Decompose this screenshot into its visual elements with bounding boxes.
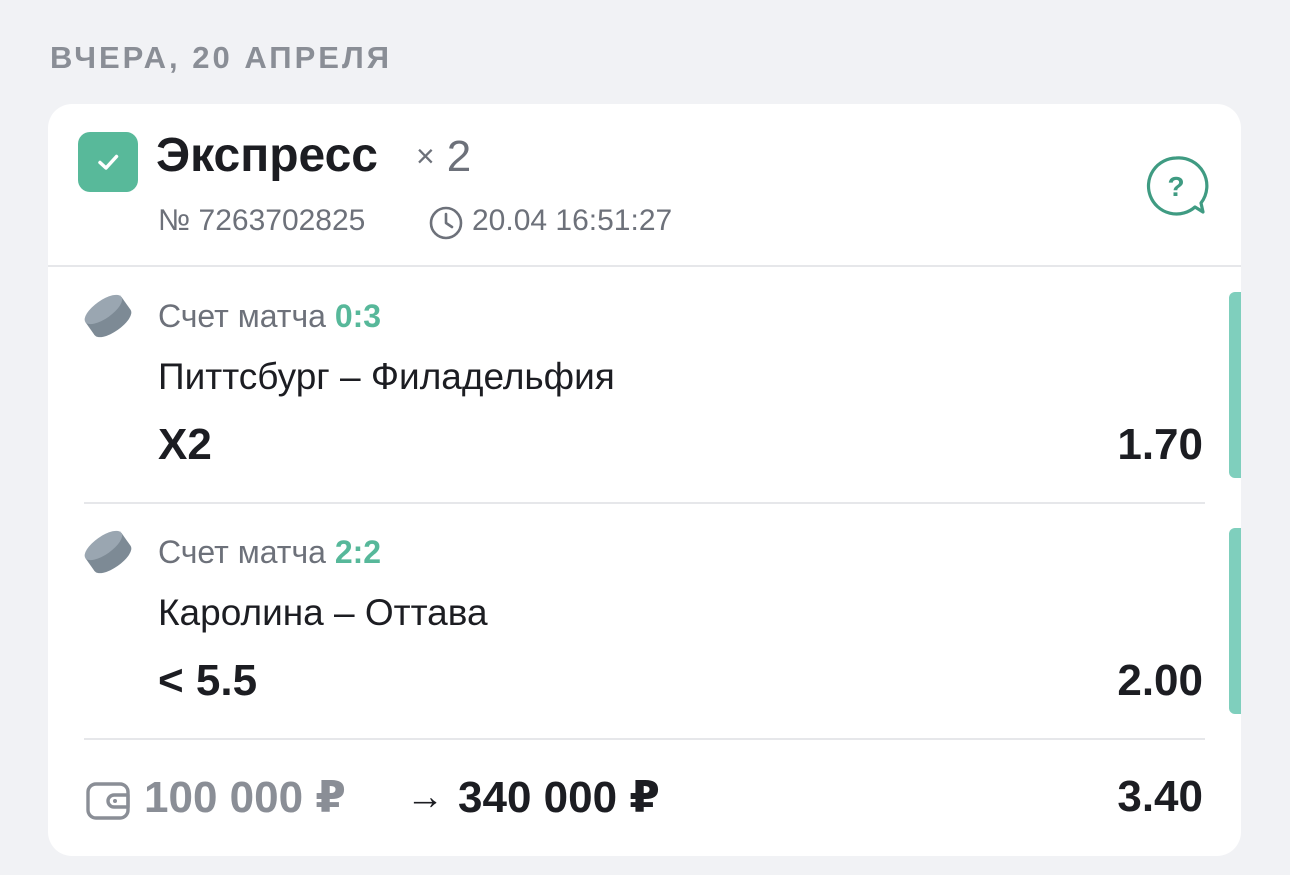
score-line: Счет матча 0:3 [158,298,381,335]
score-label: Счет матча [158,534,326,570]
event-teams: Каролина – Оттава [158,592,488,633]
bet-card[interactable]: Экспресс × 2 № 7263702825 20.04 16:51:27 … [48,104,1241,856]
bet-outcome: < 5.5 [158,656,258,705]
check-icon [78,132,138,192]
score-line: Счет матча 2:2 [158,534,381,571]
svg-text:?: ? [1167,171,1184,202]
bet-time: 20.04 16:51:27 [472,204,673,237]
divider [84,738,1205,740]
total-odds: 3.40 [1117,772,1203,821]
date-header: ВЧЕРА, 20 АПРЕЛЯ [50,40,392,75]
clock-icon [429,206,463,240]
event-teams: Питтсбург – Филадельфия [158,356,615,397]
bet-count: × 2 [416,132,471,182]
win-indicator [1229,292,1241,478]
event-odds: 2.00 [1117,656,1203,705]
stake-amount: 100 000 ₽ [144,773,346,822]
bet-outcome: X2 [158,420,212,469]
bet-type: Экспресс [156,129,378,182]
count-prefix: × [416,138,435,174]
bet-card-header: Экспресс × 2 № 7263702825 20.04 16:51:27 … [48,104,1241,267]
win-indicator [1229,528,1241,714]
bet-number: № 7263702825 [158,204,366,237]
hockey-puck-icon [84,294,132,338]
bet-summary: 100 000 ₽ → 340 000 ₽ 3.40 [48,742,1241,856]
count-value: 2 [446,132,472,181]
arrow-right-icon: → [406,776,444,818]
hockey-puck-icon [84,530,132,574]
match-score: 0:3 [334,298,382,334]
event-item[interactable]: Счет матча 0:3 Питтсбург – Филадельфия X… [48,268,1241,504]
match-score: 2:2 [334,534,382,570]
payout-amount: 340 000 ₽ [458,773,660,822]
event-item[interactable]: Счет матча 2:2 Каролина – Оттава < 5.5 2… [48,504,1241,740]
wallet-icon [86,782,130,820]
help-bubble-icon[interactable]: ? [1143,154,1209,220]
event-odds: 1.70 [1117,420,1203,469]
score-label: Счет матча [158,298,326,334]
